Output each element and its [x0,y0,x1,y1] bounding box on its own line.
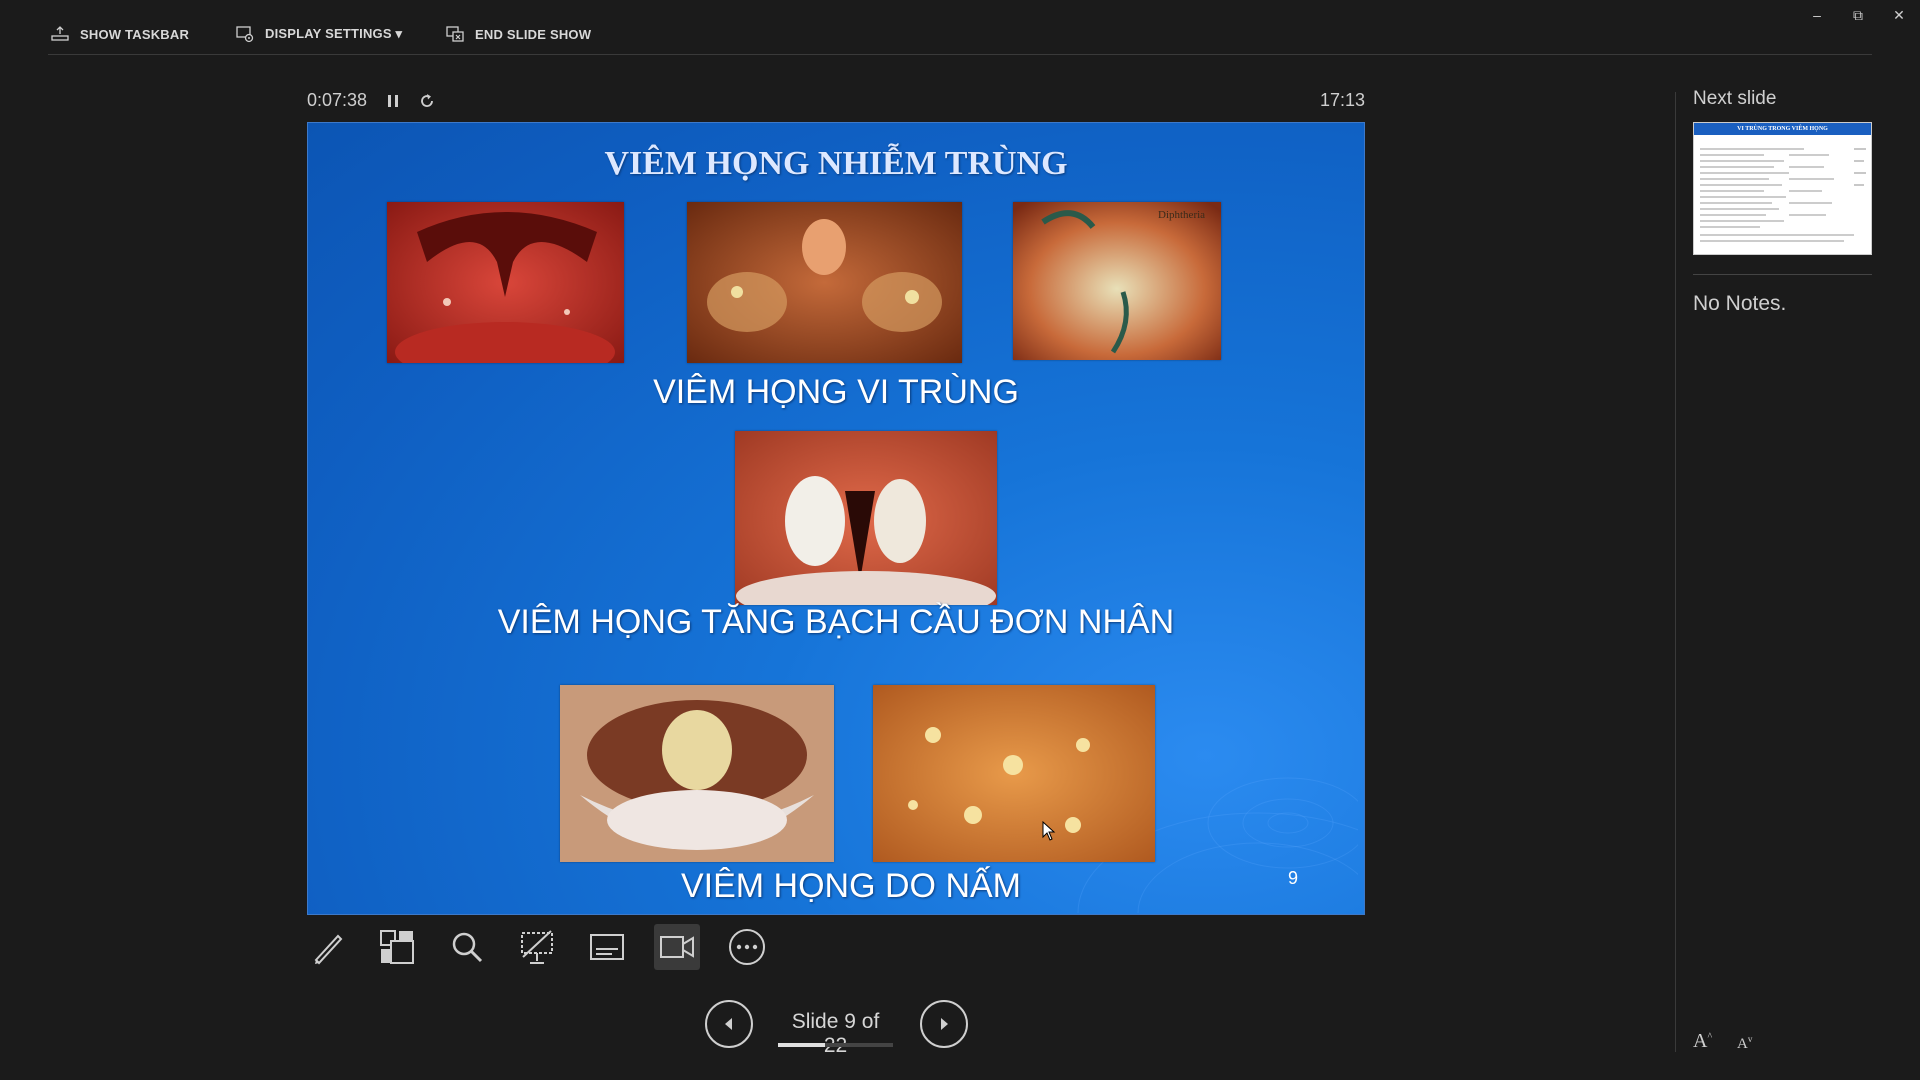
display-settings-label: DISPLAY SETTINGS ▾ [265,26,403,41]
grid-slides-icon [380,930,414,964]
previous-slide-button[interactable] [705,1000,753,1048]
next-arrow-icon [941,1018,948,1030]
notes-separator [1693,274,1872,275]
subtitles-icon [590,934,624,960]
next-slide-label: Next slide [1693,88,1777,109]
caption-mononucleosis: VIÊM HỌNG TĂNG BẠCH CẦU ĐƠN NHÂN [497,603,1175,641]
slide-progress-bar [778,1043,893,1047]
end-show-icon [446,26,464,42]
slide-progress-fill [778,1043,826,1047]
throat-photo-2 [687,202,962,363]
pause-button[interactable] [384,92,402,110]
black-screen-button[interactable] [514,924,560,970]
more-icon [729,929,765,965]
close-button[interactable]: ✕ [1879,4,1919,26]
display-settings-button[interactable]: DISPLAY SETTINGS ▾ [235,22,402,46]
caption-fungal: VIÊM HỌNG DO NẤM [680,867,1022,905]
reset-timer-button[interactable] [418,92,436,110]
speaker-notes: No Notes. [1693,292,1787,315]
show-taskbar-label: SHOW TASKBAR [80,26,190,42]
decrease-font-button[interactable]: Av [1737,1034,1752,1053]
thumbnail-title: VI TRÙNG TRONG VIÊM HỌNG [1694,123,1871,135]
throat-photo-3 [1013,202,1221,360]
next-slide-button[interactable] [920,1000,968,1048]
slide-counter[interactable]: Slide 9 of 22 [778,1010,893,1058]
throat-photo-5 [560,685,834,862]
pane-divider [1675,92,1676,1052]
restore-button[interactable]: ⧉ [1838,4,1878,26]
clock: 17:13 [1320,90,1366,110]
caption-bacterial: VIÊM HỌNG VI TRÙNG [653,373,1019,411]
next-slide-thumbnail[interactable]: VI TRÙNG TRONG VIÊM HỌNG [1693,122,1872,255]
pause-icon [388,95,398,107]
diphtheria-label: Diphtheria [1158,209,1206,221]
slide-number: 9 [1288,868,1299,888]
increase-font-button[interactable]: A^ [1693,1030,1712,1053]
reset-icon [421,94,433,107]
thumbnail-table [1700,148,1866,242]
see-all-slides-button[interactable] [374,924,420,970]
throat-photo-4 [735,431,997,605]
magnifier-icon [452,932,483,963]
display-settings-icon [236,26,254,43]
mouse-cursor-icon [1042,821,1056,841]
more-options-button[interactable] [724,924,770,970]
toolbar-divider [48,54,1872,55]
elapsed-timer: 0:07:38 [307,90,368,110]
pen-icon [314,934,343,965]
video-camera-icon [660,936,694,958]
minimize-button[interactable]: – [1797,4,1837,26]
throat-photo-6 [873,685,1155,862]
throat-photo-1 [387,202,624,363]
current-slide[interactable]: VIÊM HỌNG NHIỄM TRÙNG Diphtheria VIÊM HỌ… [307,122,1365,915]
slide-title: VIÊM HỌNG NHIỄM TRÙNG [604,145,1068,182]
end-slide-show-label: END SLIDE SHOW [475,26,592,42]
camera-button[interactable] [654,924,700,970]
subtitles-button[interactable] [584,924,630,970]
zoom-button[interactable] [444,924,490,970]
taskbar-icon [51,26,69,41]
previous-arrow-icon [725,1018,732,1030]
presentation-icon [521,930,553,964]
end-slide-show-button[interactable]: END SLIDE SHOW [445,22,591,46]
pen-tool-button[interactable] [305,924,351,970]
show-taskbar-button[interactable]: SHOW TASKBAR [50,22,189,46]
